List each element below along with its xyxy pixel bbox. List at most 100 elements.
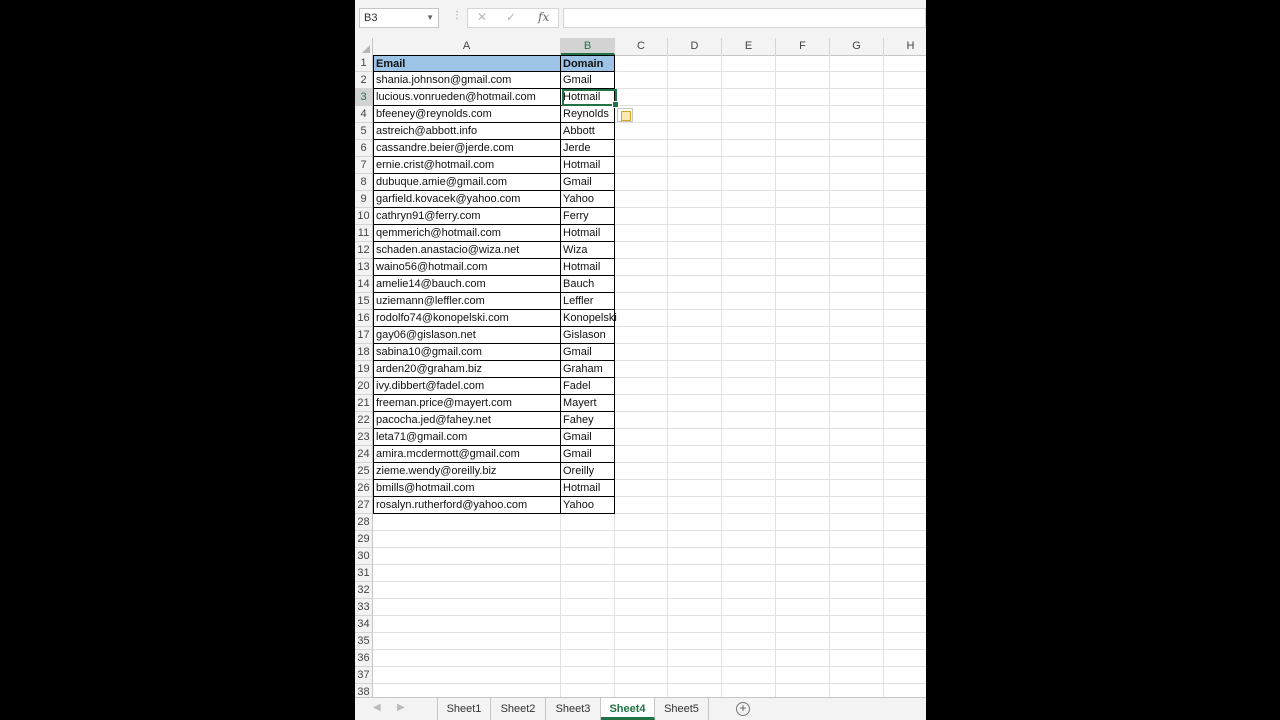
cell-d1[interactable] <box>668 55 722 72</box>
row-header[interactable]: 14 <box>355 276 373 293</box>
cell-g16[interactable] <box>830 310 884 327</box>
row-header[interactable]: 27 <box>355 497 373 514</box>
cell-c10[interactable] <box>615 208 668 225</box>
row-header[interactable]: 26 <box>355 480 373 497</box>
cell-c33[interactable] <box>615 599 668 616</box>
cell-e22[interactable] <box>722 412 776 429</box>
cell-b36[interactable] <box>561 650 615 667</box>
cell-d6[interactable] <box>668 140 722 157</box>
cell-b26[interactable]: Hotmail <box>561 480 615 497</box>
cell-d17[interactable] <box>668 327 722 344</box>
cell-h1[interactable] <box>884 55 926 72</box>
cell-c32[interactable] <box>615 582 668 599</box>
cell-h20[interactable] <box>884 378 926 395</box>
cell-g35[interactable] <box>830 633 884 650</box>
row-header[interactable]: 34 <box>355 616 373 633</box>
cell-d12[interactable] <box>668 242 722 259</box>
cell-h22[interactable] <box>884 412 926 429</box>
cell-d35[interactable] <box>668 633 722 650</box>
cell-h9[interactable] <box>884 191 926 208</box>
cell-g4[interactable] <box>830 106 884 123</box>
cell-c24[interactable] <box>615 446 668 463</box>
cell-d13[interactable] <box>668 259 722 276</box>
cell-d4[interactable] <box>668 106 722 123</box>
cell-a17[interactable]: gay06@gislason.net <box>373 327 561 344</box>
cell-b18[interactable]: Gmail <box>561 344 615 361</box>
cell-g23[interactable] <box>830 429 884 446</box>
row-header[interactable]: 36 <box>355 650 373 667</box>
cell-a34[interactable] <box>373 616 561 633</box>
cell-h30[interactable] <box>884 548 926 565</box>
cell-f34[interactable] <box>776 616 830 633</box>
cell-g11[interactable] <box>830 225 884 242</box>
cell-h23[interactable] <box>884 429 926 446</box>
cell-b23[interactable]: Gmail <box>561 429 615 446</box>
cell-f19[interactable] <box>776 361 830 378</box>
cell-g27[interactable] <box>830 497 884 514</box>
cell-e33[interactable] <box>722 599 776 616</box>
row-header[interactable]: 30 <box>355 548 373 565</box>
cell-b3[interactable]: Hotmail <box>561 89 615 106</box>
cell-d19[interactable] <box>668 361 722 378</box>
cell-e5[interactable] <box>722 123 776 140</box>
cell-a14[interactable]: amelie14@bauch.com <box>373 276 561 293</box>
drag-handle-icon[interactable]: ⋮ <box>452 10 462 21</box>
column-header-g[interactable]: G <box>830 38 884 55</box>
row-header[interactable]: 9 <box>355 191 373 208</box>
sheet-tab-sheet1[interactable]: Sheet1 <box>437 698 491 720</box>
cell-d31[interactable] <box>668 565 722 582</box>
row-header[interactable]: 24 <box>355 446 373 463</box>
cell-h3[interactable] <box>884 89 926 106</box>
cell-c28[interactable] <box>615 514 668 531</box>
cell-g7[interactable] <box>830 157 884 174</box>
cell-c1[interactable] <box>615 55 668 72</box>
row-header[interactable]: 1 <box>355 55 373 72</box>
cell-f21[interactable] <box>776 395 830 412</box>
cell-f1[interactable] <box>776 55 830 72</box>
cell-e19[interactable] <box>722 361 776 378</box>
column-header-d[interactable]: D <box>668 38 722 55</box>
cell-e18[interactable] <box>722 344 776 361</box>
cell-d25[interactable] <box>668 463 722 480</box>
cell-a10[interactable]: cathryn91@ferry.com <box>373 208 561 225</box>
cell-h18[interactable] <box>884 344 926 361</box>
cell-f12[interactable] <box>776 242 830 259</box>
sheet-tab-sheet3[interactable]: Sheet3 <box>546 698 601 720</box>
cell-a1[interactable]: Email <box>373 55 561 72</box>
cell-h25[interactable] <box>884 463 926 480</box>
cell-d3[interactable] <box>668 89 722 106</box>
cell-a31[interactable] <box>373 565 561 582</box>
row-header[interactable]: 15 <box>355 293 373 310</box>
sheet-tab-sheet2[interactable]: Sheet2 <box>491 698 546 720</box>
cell-g26[interactable] <box>830 480 884 497</box>
cell-c19[interactable] <box>615 361 668 378</box>
row-header[interactable]: 4 <box>355 106 373 123</box>
cell-b34[interactable] <box>561 616 615 633</box>
cell-a6[interactable]: cassandre.beier@jerde.com <box>373 140 561 157</box>
cell-b7[interactable]: Hotmail <box>561 157 615 174</box>
cell-c26[interactable] <box>615 480 668 497</box>
row-header[interactable]: 7 <box>355 157 373 174</box>
cell-e13[interactable] <box>722 259 776 276</box>
cell-c3[interactable] <box>615 89 668 106</box>
cell-f26[interactable] <box>776 480 830 497</box>
cell-d18[interactable] <box>668 344 722 361</box>
cell-a26[interactable]: bmills@hotmail.com <box>373 480 561 497</box>
cell-h24[interactable] <box>884 446 926 463</box>
cell-b8[interactable]: Gmail <box>561 174 615 191</box>
cell-d28[interactable] <box>668 514 722 531</box>
cell-a19[interactable]: arden20@graham.biz <box>373 361 561 378</box>
cell-h2[interactable] <box>884 72 926 89</box>
cell-e6[interactable] <box>722 140 776 157</box>
column-header-e[interactable]: E <box>722 38 776 55</box>
cell-f4[interactable] <box>776 106 830 123</box>
cell-f5[interactable] <box>776 123 830 140</box>
cell-b25[interactable]: Oreilly <box>561 463 615 480</box>
row-header[interactable]: 35 <box>355 633 373 650</box>
cell-e24[interactable] <box>722 446 776 463</box>
add-sheet-icon[interactable]: + <box>736 702 750 716</box>
cell-g32[interactable] <box>830 582 884 599</box>
cell-h4[interactable] <box>884 106 926 123</box>
cell-b9[interactable]: Yahoo <box>561 191 615 208</box>
cell-f27[interactable] <box>776 497 830 514</box>
